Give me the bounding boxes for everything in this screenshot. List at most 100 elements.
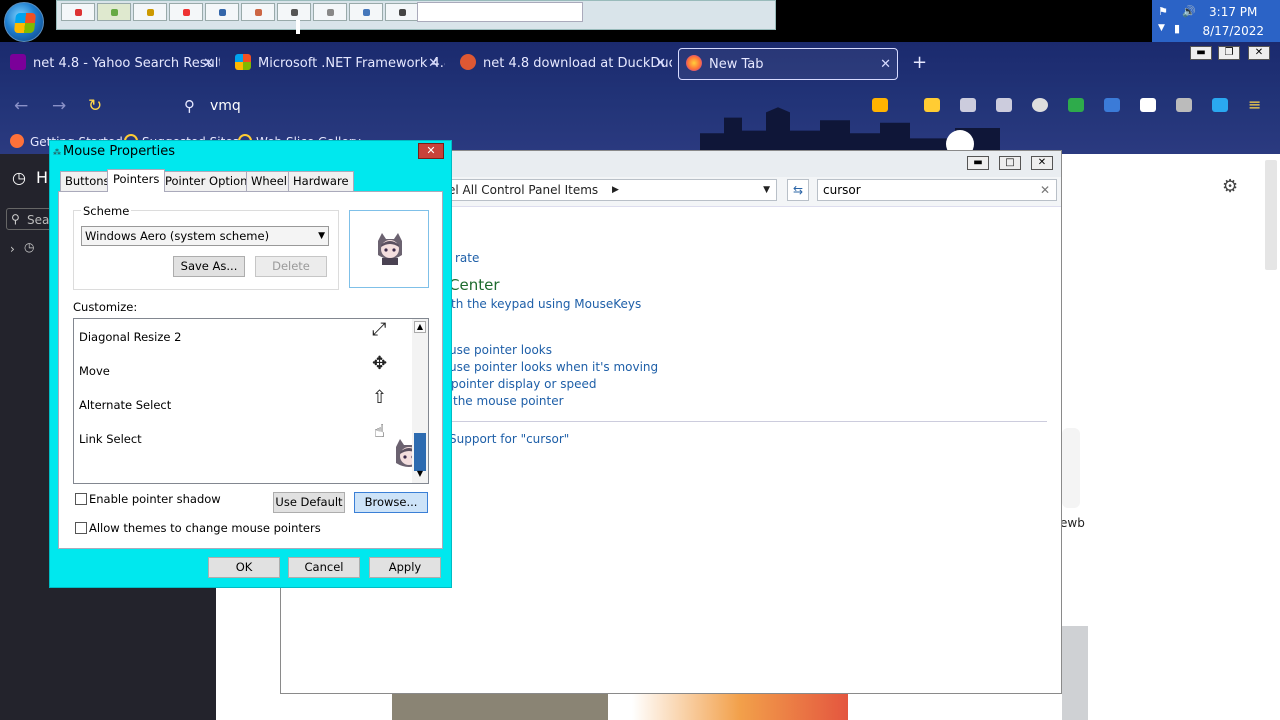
close-icon[interactable]: ✕ bbox=[203, 48, 214, 80]
shortcut-tile[interactable] bbox=[1062, 428, 1080, 508]
taskbar-app-button[interactable] bbox=[97, 3, 131, 21]
control-panel-link[interactable]: use pointer looks bbox=[449, 343, 552, 357]
minimize-button[interactable]: ▬ bbox=[967, 156, 989, 170]
apply-button[interactable]: Apply bbox=[369, 557, 441, 578]
download-icon[interactable] bbox=[924, 98, 940, 112]
hamburger-menu-icon[interactable]: ≡ bbox=[1248, 97, 1264, 113]
network-icon[interactable]: ▮ bbox=[1174, 22, 1180, 35]
browser-tab-active[interactable]: New Tab ✕ bbox=[678, 48, 898, 80]
taskbar-app-button[interactable] bbox=[61, 3, 95, 21]
back-arrow-icon[interactable]: ← bbox=[14, 96, 28, 116]
search-input[interactable]: cursor ✕ bbox=[817, 179, 1057, 201]
gear-icon[interactable]: ⚙ bbox=[1222, 176, 1238, 197]
addon-icon[interactable] bbox=[1104, 98, 1120, 112]
addon-icon[interactable] bbox=[1176, 98, 1192, 112]
cancel-button[interactable]: Cancel bbox=[288, 557, 360, 578]
tab-pointer-options[interactable]: Pointer Options bbox=[160, 171, 259, 191]
up-arrow-icon: ⇧ bbox=[372, 387, 388, 408]
clock-icon: ◷ bbox=[24, 240, 35, 254]
taskbar-app-button[interactable] bbox=[169, 3, 203, 21]
browse-button[interactable]: Browse... bbox=[354, 492, 428, 513]
taskbar-app-button[interactable] bbox=[349, 3, 383, 21]
close-button[interactable]: ✕ bbox=[1248, 46, 1270, 60]
taskbar-app-button[interactable] bbox=[277, 3, 311, 21]
control-panel-link[interactable]: rate bbox=[455, 251, 479, 265]
extension-icon[interactable] bbox=[960, 98, 976, 112]
maximize-button[interactable]: □ bbox=[999, 156, 1021, 170]
control-panel-link[interactable]: pointer display or speed bbox=[451, 377, 597, 391]
taskbar-app-button[interactable] bbox=[313, 3, 347, 21]
forward-arrow-icon[interactable]: → bbox=[52, 96, 66, 116]
refresh-button[interactable]: ⇆ bbox=[787, 179, 809, 201]
list-scrollbar[interactable]: ▲ ▼ bbox=[412, 319, 428, 483]
taskbar-app-button[interactable] bbox=[241, 3, 275, 21]
chevron-right-icon[interactable]: › bbox=[10, 242, 15, 256]
list-item[interactable]: Diagonal Resize 2 bbox=[79, 330, 181, 344]
delete-button[interactable]: Delete bbox=[255, 256, 327, 277]
browser-tab[interactable]: Microsoft .NET Framework 4.8 ✕ bbox=[235, 48, 445, 80]
allow-themes-checkbox[interactable] bbox=[75, 522, 87, 534]
section-heading[interactable]: Center bbox=[449, 276, 500, 294]
taskbar-app-button[interactable] bbox=[133, 3, 167, 21]
taskbar-empty-slot bbox=[417, 2, 583, 22]
start-button[interactable] bbox=[4, 2, 44, 42]
scrollbar-thumb[interactable] bbox=[414, 433, 426, 471]
chevron-right-icon[interactable]: ▶ bbox=[612, 180, 619, 200]
control-panel-link[interactable]: use pointer looks when it's moving bbox=[449, 360, 658, 374]
breadcrumb[interactable]: el All Control Panel Items ▶ ▼ bbox=[441, 179, 777, 201]
close-icon[interactable]: ✕ bbox=[880, 49, 891, 79]
chevron-down-icon[interactable]: ▼ bbox=[1158, 23, 1165, 33]
enable-pointer-shadow-checkbox[interactable] bbox=[75, 493, 87, 505]
diamond-icon[interactable] bbox=[1212, 98, 1228, 112]
yahoo-icon bbox=[10, 54, 26, 70]
scheme-dropdown[interactable]: Windows Aero (system scheme) ▼ bbox=[81, 226, 329, 246]
use-default-button[interactable]: Use Default bbox=[273, 492, 345, 513]
sync-icon[interactable] bbox=[996, 98, 1012, 112]
tab-pointers[interactable]: Pointers bbox=[107, 169, 166, 192]
close-icon[interactable]: ✕ bbox=[655, 48, 666, 80]
addon-icon[interactable] bbox=[1140, 98, 1156, 112]
taskbar-app-button[interactable] bbox=[205, 3, 239, 21]
story-image[interactable] bbox=[632, 694, 848, 720]
browser-tab[interactable]: net 4.8 - Yahoo Search Results ✕ bbox=[10, 48, 220, 80]
browser-tab[interactable]: net 4.8 download at DuckDuck ✕ bbox=[460, 48, 672, 80]
cursor-list[interactable]: Diagonal Resize 2 ⤢ Move ✥ Alternate Sel… bbox=[73, 318, 429, 484]
list-item[interactable]: Alternate Select bbox=[79, 398, 171, 412]
close-icon[interactable]: ✕ bbox=[428, 48, 439, 80]
save-as-button[interactable]: Save As... bbox=[173, 256, 245, 277]
ok-button[interactable]: OK bbox=[208, 557, 280, 578]
search-value: cursor bbox=[823, 183, 861, 197]
close-icon[interactable]: ✕ bbox=[1040, 180, 1050, 200]
tab-label: net 4.8 - Yahoo Search Results bbox=[33, 56, 220, 71]
mouse-icon: ⁂ bbox=[53, 148, 61, 157]
windows-help-link[interactable]: Support for "cursor" bbox=[449, 432, 569, 446]
control-panel-link[interactable]: the mouse pointer bbox=[453, 394, 564, 408]
new-tab-button[interactable]: + bbox=[912, 52, 927, 73]
flag-icon[interactable]: ⚑ bbox=[1158, 5, 1168, 18]
close-button[interactable]: ✕ bbox=[1031, 156, 1053, 170]
tab-hardware[interactable]: Hardware bbox=[288, 171, 354, 191]
story-image[interactable] bbox=[1062, 626, 1088, 720]
addon-icon[interactable] bbox=[1068, 98, 1084, 112]
clock[interactable]: 3:17 PM 8/17/2022 bbox=[1202, 3, 1264, 41]
pocket-icon[interactable] bbox=[872, 98, 888, 112]
reload-icon[interactable]: ↻ bbox=[88, 96, 102, 116]
story-image[interactable] bbox=[392, 694, 608, 720]
control-panel-link[interactable]: th the keypad using MouseKeys bbox=[451, 297, 641, 311]
minimize-button[interactable]: ▬ bbox=[1190, 46, 1212, 60]
dialog-title: Mouse Properties bbox=[63, 144, 176, 159]
list-item[interactable]: Move bbox=[79, 364, 110, 378]
url-input[interactable]: vmq bbox=[210, 98, 241, 114]
pointers-tab-panel: Scheme Windows Aero (system scheme) ▼ Sa… bbox=[58, 191, 443, 549]
taskbar-app-button[interactable] bbox=[385, 3, 419, 21]
chevron-down-icon[interactable]: ▼ bbox=[414, 469, 426, 481]
scrollbar-thumb[interactable] bbox=[1265, 160, 1277, 270]
close-button[interactable]: ✕ bbox=[418, 143, 444, 159]
speaker-icon[interactable]: 🔊 bbox=[1182, 5, 1196, 18]
maximize-button[interactable]: ❐ bbox=[1218, 46, 1240, 60]
list-item[interactable]: Link Select bbox=[79, 432, 142, 446]
chevron-up-icon[interactable]: ▲ bbox=[414, 321, 426, 333]
chevron-down-icon[interactable]: ▼ bbox=[763, 180, 770, 200]
account-icon[interactable] bbox=[1032, 98, 1048, 112]
tab-wheel[interactable]: Wheel bbox=[246, 171, 293, 191]
